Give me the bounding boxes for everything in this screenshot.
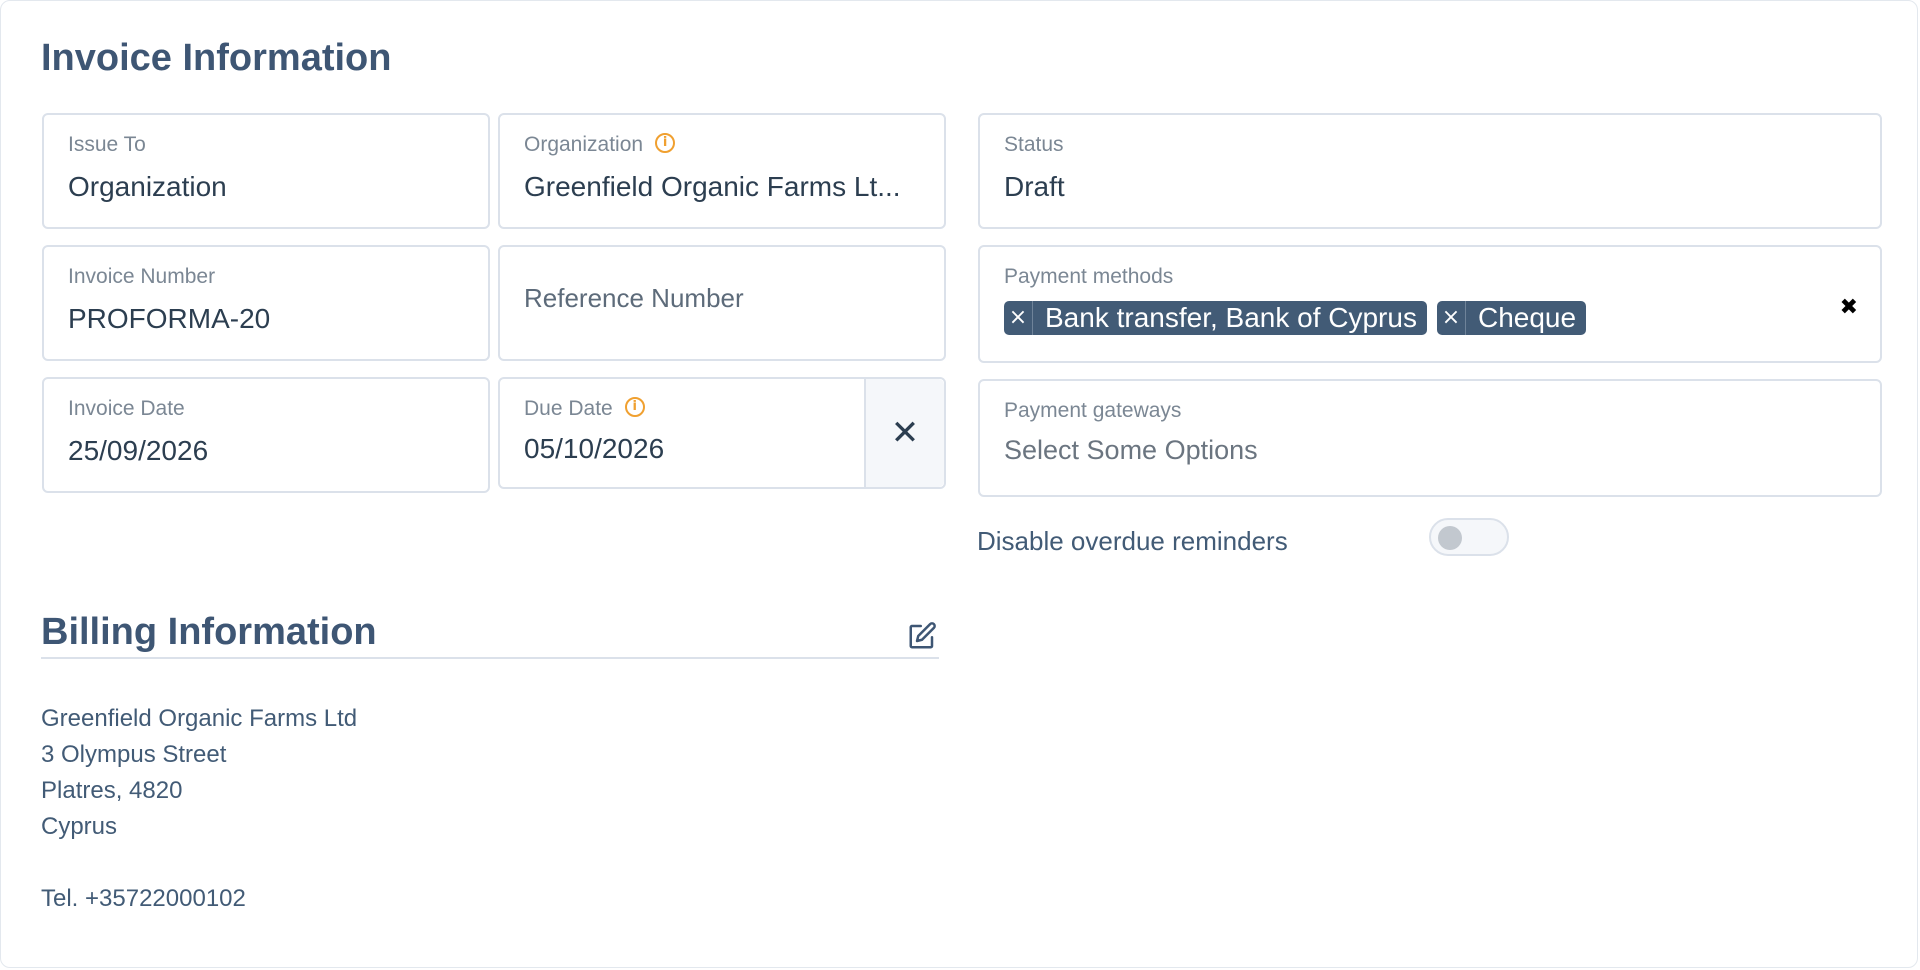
invoice-date-value: 25/09/2026: [68, 435, 209, 466]
tag-remove-button[interactable]: ×: [1437, 301, 1466, 335]
reference-number-placeholder: Reference Number: [524, 283, 744, 313]
due-date-field[interactable]: Due Date i 05/10/2026 ✕: [498, 377, 946, 489]
payment-gateways-select[interactable]: Payment gateways Select Some Options: [978, 379, 1882, 497]
address-line: Platres, 4820: [41, 777, 183, 804]
billing-telephone: Tel. +35722000102: [41, 885, 246, 912]
status-value: Draft: [1004, 171, 1065, 202]
tag-label: Cheque: [1477, 302, 1577, 333]
status-field[interactable]: Status Draft: [978, 113, 1882, 229]
invoice-number-field[interactable]: Invoice Number PROFORMA-20: [42, 245, 490, 361]
info-icon[interactable]: i: [655, 133, 676, 153]
payment-gateways-label: Payment gateways: [1004, 399, 1182, 422]
address-line: Cyprus: [41, 813, 118, 840]
overdue-reminders-toggle[interactable]: [1429, 518, 1509, 556]
edit-icon[interactable]: [907, 621, 937, 651]
invoice-section-title: Invoice Information: [41, 37, 392, 79]
invoice-number-value: PROFORMA-20: [68, 303, 271, 334]
issue-to-label: Issue To: [68, 133, 146, 156]
info-icon[interactable]: i: [624, 397, 645, 417]
organization-label: Organization: [524, 133, 644, 156]
payment-methods-label: Payment methods: [1004, 265, 1174, 288]
address-line: Greenfield Organic Farms Ltd: [41, 705, 358, 732]
due-date-value: 05/10/2026: [524, 433, 665, 464]
billing-divider: [41, 657, 939, 659]
invoice-number-label: Invoice Number: [68, 265, 216, 288]
toggle-knob: [1438, 526, 1462, 550]
payment-method-tags: × Bank transfer, Bank of Cyprus × Cheque: [1004, 301, 1587, 335]
issue-to-value: Organization: [68, 171, 227, 202]
payment-method-tag: × Bank transfer, Bank of Cyprus: [1004, 301, 1427, 335]
overdue-reminders-label: Disable overdue reminders: [977, 526, 1288, 556]
invoice-card: Invoice Information Issue To Organizatio…: [0, 0, 1918, 968]
status-label: Status: [1004, 133, 1064, 156]
organization-label-wrap: Organization i: [524, 133, 676, 157]
due-date-label: Due Date: [524, 397, 613, 420]
address-line: 3 Olympus Street: [41, 741, 227, 768]
address-spacer: [41, 845, 357, 881]
due-date-label-wrap: Due Date i: [524, 397, 645, 421]
tag-remove-button[interactable]: ×: [1004, 301, 1033, 335]
billing-section-title: Billing Information: [41, 611, 377, 653]
tag-label: Bank transfer, Bank of Cyprus: [1045, 302, 1417, 333]
clear-date-button[interactable]: ✕: [864, 379, 944, 487]
payment-methods-field[interactable]: Payment methods × Bank transfer, Bank of…: [978, 245, 1882, 363]
invoice-date-label: Invoice Date: [68, 397, 185, 420]
issue-to-field[interactable]: Issue To Organization: [42, 113, 490, 229]
payment-method-tag: × Cheque: [1436, 301, 1587, 335]
organization-field[interactable]: Organization i Greenfield Organic Farms L…: [498, 113, 946, 229]
clear-all-icon[interactable]: ✖: [1840, 295, 1858, 320]
invoice-date-field[interactable]: Invoice Date 25/09/2026: [42, 377, 490, 493]
billing-address: Greenfield Organic Farms Ltd 3 Olympus S…: [41, 701, 357, 917]
reference-number-input[interactable]: Reference Number: [498, 245, 946, 361]
payment-gateways-placeholder: Select Some Options: [1004, 435, 1258, 465]
organization-value: Greenfield Organic Farms Lt...: [524, 171, 901, 202]
